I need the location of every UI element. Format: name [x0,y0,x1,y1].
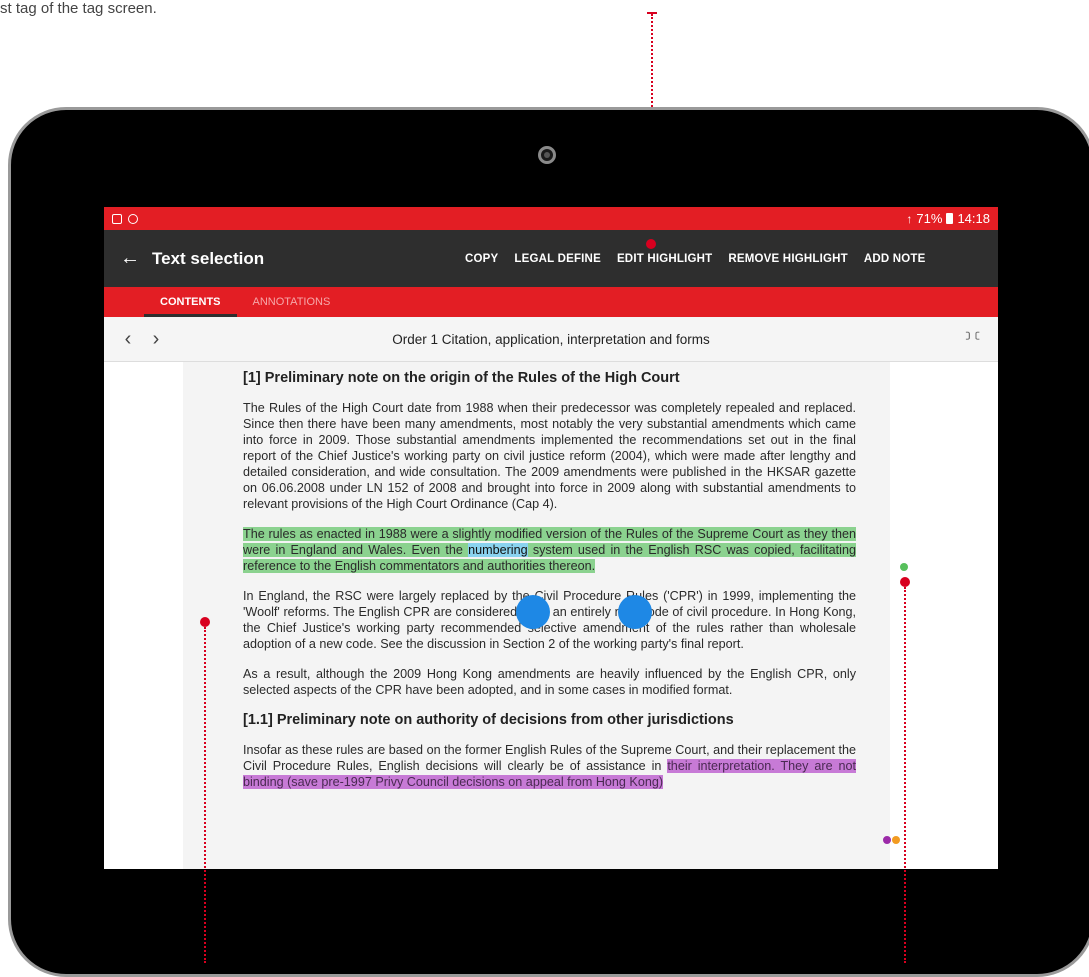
green-highlight[interactable]: The rules as enacted in 1988 were a slig… [243,527,856,573]
back-arrow-icon[interactable]: ← [112,247,148,270]
action-bar: ← Text selection COPY LEGAL DEFINE EDIT … [104,230,998,287]
legal-define-button[interactable]: LEGAL DEFINE [514,253,601,265]
battery-level: 71% [916,211,943,226]
status-bar: ↑ 71% 14:18 [104,207,998,230]
caption-text: st tag of the tag screen. [0,0,157,17]
selected-word[interactable]: numbering [468,543,528,557]
remove-highlight-button[interactable]: REMOVE HIGHLIGHT [728,253,847,265]
paragraph-1: The Rules of the High Court date from 19… [243,401,856,511]
green-annotation-marker[interactable] [900,563,908,571]
paragraph-3: In England, the RSC were largely replace… [243,589,856,651]
add-note-button[interactable]: ADD NOTE [864,253,926,265]
paragraph-4: As a result, although the 2009 Hong Kong… [243,667,856,697]
paragraph-5: Insofar as these rules are based on the … [243,743,857,789]
section-heading-2: [1.1] Preliminary note on authority of d… [243,712,734,728]
sync-icon [128,213,138,224]
tab-annotations[interactable]: ANNOTATIONS [237,287,347,317]
notification-icon [112,213,122,224]
copy-button[interactable]: COPY [465,253,498,265]
camera-icon [538,146,556,164]
purple-annotation-marker[interactable] [883,836,891,844]
app-screen: ↑ 71% 14:18 ← Text selection COPY LEGAL … [104,207,998,869]
selection-actions: COPY LEGAL DEFINE EDIT HIGHLIGHT REMOVE … [465,253,926,265]
wifi-icon: ↑ [906,211,913,226]
orange-annotation-marker[interactable] [892,836,900,844]
edit-highlight-button[interactable]: EDIT HIGHLIGHT [617,253,712,265]
collapse-icon[interactable]: ╮╭ ╯╰ [966,328,980,346]
battery-icon [946,213,954,224]
document-nav-bar: ‹ › Order 1 Citation, application, inter… [104,317,998,362]
paragraph-2[interactable]: The rules as enacted in 1988 were a slig… [243,526,856,574]
callout-dot-top [646,239,656,249]
document-title: Order 1 Citation, application, interpret… [392,331,710,347]
callout-line-right [904,587,906,963]
tab-bar: CONTENTS ANNOTATIONS [104,287,998,317]
callout-dot-right [900,577,910,587]
callout-line-left [204,627,206,963]
previous-chevron-icon[interactable]: ‹ [114,328,142,351]
clock: 14:18 [957,211,990,226]
next-chevron-icon[interactable]: › [142,328,170,351]
selection-handle-right[interactable] [618,595,652,629]
selection-handle-left[interactable] [516,595,550,629]
page-title: Text selection [152,248,265,268]
tab-contents[interactable]: CONTENTS [144,287,237,317]
document-body: [1] Preliminary note on the origin of th… [243,370,857,804]
section-heading-1: [1] Preliminary note on the origin of th… [243,370,680,386]
callout-dot-left [200,617,210,627]
